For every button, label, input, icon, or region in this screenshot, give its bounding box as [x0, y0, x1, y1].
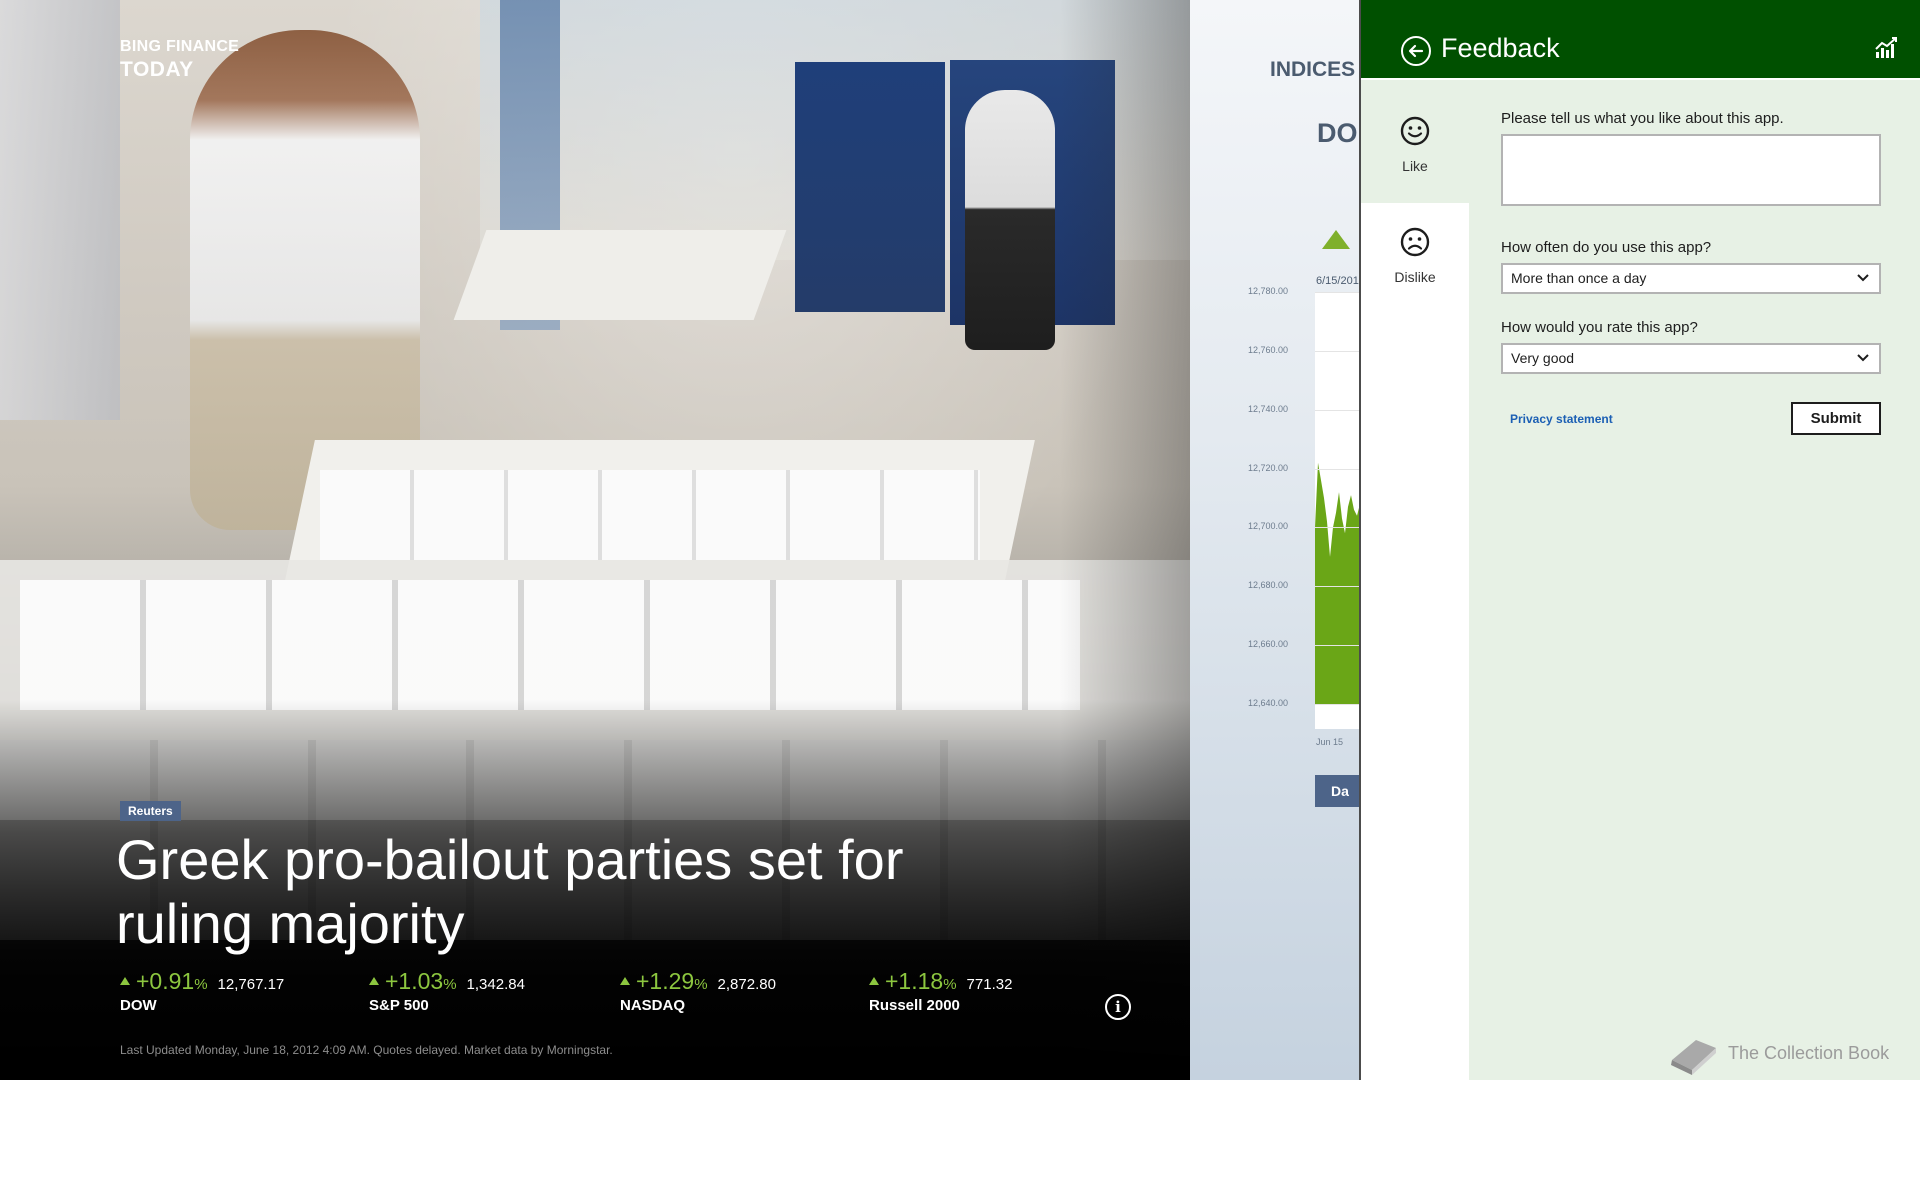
watermark: The Collection Book: [1666, 1030, 1889, 1076]
ticker-percent-sign: %: [694, 976, 708, 993]
indices-header[interactable]: INDICES: [1270, 58, 1355, 82]
question-usage: How often do you use this app?: [1501, 239, 1712, 256]
select-value: Very good: [1511, 350, 1575, 366]
back-button[interactable]: [1401, 36, 1431, 66]
brand-section: TODAY: [120, 58, 194, 81]
chart-y-tick: 12,760.00: [1248, 344, 1289, 355]
headline-line: ruling majority: [116, 892, 465, 955]
chevron-down-icon: [1857, 354, 1869, 362]
hero-photo[interactable]: BING FINANCE TODAY Reuters Greek pro-bai…: [0, 0, 1190, 1080]
watermark-text: The Collection Book: [1728, 1042, 1890, 1063]
range-button[interactable]: Da: [1315, 775, 1360, 807]
index-name: DO: [1317, 118, 1358, 148]
headline-line: Greek pro-bailout parties set for: [116, 828, 904, 891]
finance-app-icon: [1875, 37, 1897, 58]
chart-y-tick: 12,780.00: [1248, 286, 1289, 296]
chart-y-tick: 12,720.00: [1248, 462, 1289, 473]
book-icon: [1671, 1040, 1716, 1075]
photo-voter: [965, 90, 1055, 350]
question-like: Please tell us what you like about this …: [1501, 110, 1784, 127]
ticker-change: +0.91: [136, 968, 195, 994]
ticker-value: 2,872.80: [717, 976, 776, 993]
photo-curtain: [0, 0, 120, 420]
back-arrow-icon: [1408, 44, 1424, 58]
frown-icon: [1400, 227, 1430, 257]
ticker-percent-sign: %: [194, 976, 208, 993]
chevron-down-icon: [1857, 274, 1869, 282]
news-headline[interactable]: Greek pro-bailout parties set for ruling…: [116, 828, 976, 956]
ticker-strip: +0.91% 12,767.17 DOW +1.03% 1,342.84 S&P…: [120, 968, 1120, 1028]
chart-y-tick: 12,700.00: [1248, 521, 1289, 532]
submit-button[interactable]: Submit: [1791, 402, 1881, 435]
usage-frequency-select[interactable]: More than once a day: [1501, 263, 1881, 294]
info-icon[interactable]: i: [1105, 994, 1131, 1020]
ticker-dow[interactable]: +0.91% 12,767.17 DOW: [120, 968, 284, 1014]
ticker-change: +1.03: [385, 968, 444, 994]
chart-gridline: [1315, 645, 1360, 647]
chart-date-label: 6/15/201: [1316, 275, 1359, 287]
ticker-percent-sign: %: [443, 976, 457, 993]
ticker-name: DOW: [120, 997, 157, 1014]
ticker-value: 1,342.84: [466, 976, 525, 993]
flyout-header: Feedback: [1361, 0, 1920, 80]
ticker-name: S&P 500: [369, 997, 429, 1014]
ticker-percent-sign: %: [943, 976, 957, 993]
last-updated-text: Last Updated Monday, June 18, 2012 4:09 …: [120, 1043, 613, 1057]
feedback-sidebar: Like Dislike: [1361, 80, 1469, 1203]
ticker-name: NASDAQ: [620, 997, 686, 1014]
select-value: More than once a day: [1511, 270, 1647, 286]
chart-gridline: [1315, 527, 1360, 529]
ticker-value: 771.32: [966, 976, 1013, 993]
chart-y-tick: 12,640.00: [1248, 698, 1289, 708]
chart-x-tick: Jun 15: [1316, 737, 1344, 747]
index-area-chart: [1315, 462, 1360, 704]
chart-gridline: [1315, 350, 1360, 352]
chart-area-series: [1315, 462, 1360, 704]
up-arrow-icon: [120, 977, 130, 985]
tab-label: Like: [1402, 158, 1428, 174]
photo-ballots: [20, 580, 1080, 710]
up-arrow-icon: [620, 977, 630, 985]
chart-y-tick: 12,740.00: [1248, 403, 1289, 414]
ticker-change: +1.18: [885, 968, 944, 994]
feedback-form: Please tell us what you like about this …: [1501, 110, 1881, 436]
smile-icon: [1400, 116, 1430, 146]
chart-gridline: [1315, 292, 1360, 293]
feedback-flyout: Feedback Like Dislike Please tell us wha…: [1359, 0, 1920, 1203]
up-triangle-icon: [1322, 230, 1350, 249]
chart-gridline: [1315, 468, 1360, 470]
tab-dislike[interactable]: Dislike: [1361, 203, 1469, 1203]
news-source-badge: Reuters: [120, 801, 181, 821]
rating-select[interactable]: Very good: [1501, 343, 1881, 374]
indices-panel: INDICES DO 6/15/201 Jun 15 Da 12,780.00 1…: [1190, 0, 1360, 1080]
chart-gridline: [1315, 704, 1360, 705]
ticker-change: +1.29: [636, 968, 695, 994]
ticker-nasdaq[interactable]: +1.29% 2,872.80 NASDAQ: [620, 968, 776, 1014]
form-actions: Privacy statement Submit: [1501, 402, 1881, 436]
app-brand[interactable]: BING FINANCE TODAY: [120, 38, 239, 82]
photo-ballots: [320, 470, 980, 560]
up-arrow-icon: [369, 977, 379, 985]
chart-y-tick: 12,680.00: [1248, 580, 1289, 591]
ticker-value: 12,767.17: [217, 976, 285, 993]
privacy-statement-link[interactable]: Privacy statement: [1510, 412, 1613, 426]
chart-gridline: [1315, 586, 1360, 588]
photo-voting-booth: [795, 62, 945, 312]
ticker-name: Russell 2000: [869, 997, 960, 1014]
up-arrow-icon: [869, 977, 879, 985]
ticker-sp500[interactable]: +1.03% 1,342.84 S&P 500: [369, 968, 525, 1014]
flyout-title: Feedback: [1441, 33, 1560, 63]
tab-like[interactable]: Like: [1361, 80, 1469, 190]
like-comment-field[interactable]: [1501, 134, 1881, 206]
ticker-russell2000[interactable]: +1.18% 771.32 Russell 2000: [869, 968, 1012, 1014]
brand-name: BING FINANCE: [120, 38, 240, 55]
tab-label: Dislike: [1394, 269, 1436, 285]
photo-desk: [453, 230, 787, 320]
chart-gridline: [1315, 409, 1360, 411]
question-rating: How would you rate this app?: [1501, 319, 1698, 336]
chart-y-tick: 12,660.00: [1248, 639, 1289, 650]
